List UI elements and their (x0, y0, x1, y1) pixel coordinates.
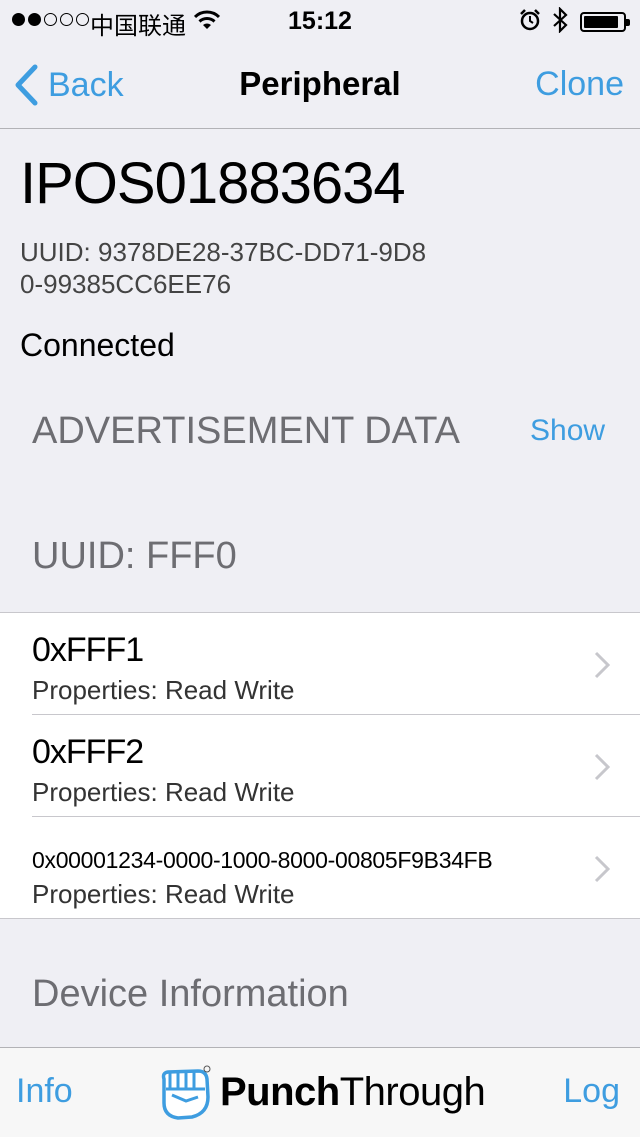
characteristic-row[interactable]: 0xFFF1 Properties: Read Write (0, 613, 640, 714)
chevron-right-icon (594, 753, 610, 781)
punchthrough-logo: PunchThrough (158, 1062, 486, 1122)
characteristic-row[interactable]: 0xFFF2 Properties: Read Write (32, 714, 640, 816)
characteristic-properties: Properties: Read Write (32, 879, 295, 909)
device-name: IPOS01883634 (20, 151, 406, 216)
bluetooth-icon (552, 6, 568, 38)
characteristic-name: 0x00001234-0000-1000-8000-00805F9B34FB (32, 847, 493, 873)
bottom-toolbar: Info PunchThrough Log (0, 1047, 640, 1137)
advertisement-data-header: ADVERTISEMENT DATA (32, 410, 460, 452)
connection-status: Connected (20, 327, 175, 363)
clone-button[interactable]: Clone (535, 65, 624, 104)
info-button[interactable]: Info (16, 1072, 73, 1111)
characteristic-name: 0xFFF1 (32, 631, 144, 669)
battery-icon (580, 12, 630, 32)
navigation-bar: Back Peripheral Clone (0, 40, 640, 129)
clock: 15:12 (288, 7, 352, 35)
alarm-icon (519, 9, 541, 36)
log-button[interactable]: Log (563, 1072, 620, 1111)
characteristic-row[interactable]: 0x00001234-0000-1000-8000-00805F9B34FB P… (32, 816, 640, 918)
status-bar: 中国联通 15:12 (0, 0, 640, 40)
characteristic-properties: Properties: Read Write (32, 675, 295, 705)
service-uuid-header: UUID: FFF0 (32, 535, 237, 577)
device-uuid: UUID: 9378DE28-37BC-DD71-9D80-99385CC6EE… (20, 237, 427, 299)
characteristic-properties: Properties: Read Write (32, 777, 295, 807)
fist-logo-icon (161, 1065, 211, 1120)
characteristic-name: 0xFFF2 (32, 733, 144, 771)
device-information-header: Device Information (32, 973, 349, 1015)
brand-regular: Through (339, 1069, 486, 1114)
characteristics-list: 0xFFF1 Properties: Read Write 0xFFF2 Pro… (0, 612, 640, 919)
chevron-right-icon (594, 855, 610, 883)
show-advertisement-button[interactable]: Show (530, 414, 605, 448)
brand-bold: Punch (220, 1069, 340, 1114)
chevron-right-icon (594, 651, 610, 679)
